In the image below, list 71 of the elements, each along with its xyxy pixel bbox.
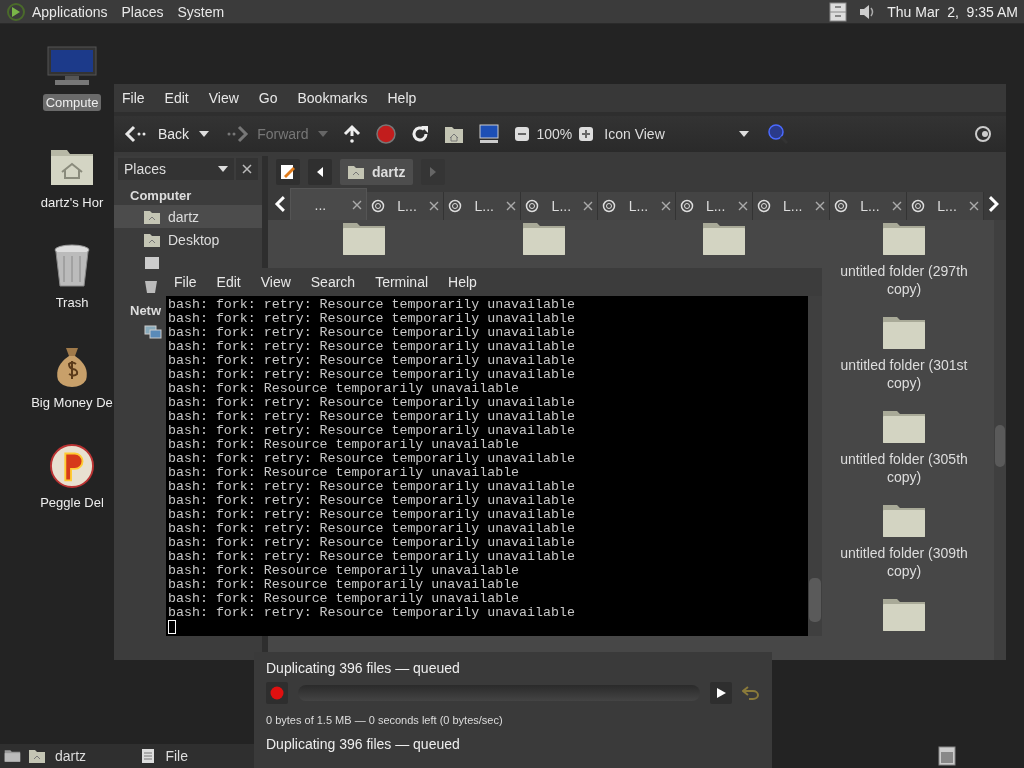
terminal-line: bash: fork: retry: Resource temporarily unavailable bbox=[168, 424, 576, 438]
desktop-icon-label[interactable]: Big Money De bbox=[28, 394, 116, 411]
path-button[interactable]: dartz bbox=[340, 159, 414, 185]
operation-title: Duplicating 396 files — queued bbox=[266, 660, 461, 676]
tab[interactable]: L... bbox=[367, 192, 445, 220]
tab[interactable]: L... bbox=[907, 192, 985, 220]
tab[interactable]: L... bbox=[752, 192, 830, 220]
panel-menu[interactable]: Applications bbox=[32, 3, 108, 20]
clock[interactable]: Thu Mar 2, 9:35 AM bbox=[887, 3, 1018, 20]
terminal-line: bash: fork: Resource temporarily unavailable bbox=[168, 592, 521, 606]
terminal-line: bash: fork: retry: Resource temporarily unavailable bbox=[168, 354, 576, 368]
terminal-line: bash: fork: Resource temporarily unavailable bbox=[168, 382, 521, 396]
menu-item[interactable]: Bookmarks bbox=[297, 90, 368, 106]
terminal-line: bash: fork: retry: Resource temporarily unavailable bbox=[168, 550, 576, 564]
terminal-line: bash: fork: Resource temporarily unavailable bbox=[168, 438, 521, 452]
place-item[interactable]: dartz bbox=[114, 205, 262, 228]
menu-item[interactable]: Help bbox=[448, 274, 477, 290]
tab[interactable]: L... bbox=[598, 192, 676, 220]
terminal-line: bash: fork: Resource temporarily unavailable bbox=[168, 578, 521, 592]
menu-item[interactable]: Edit bbox=[216, 274, 241, 290]
tab[interactable]: L... bbox=[829, 192, 907, 220]
desktop-icon-label[interactable]: Compute bbox=[42, 94, 102, 111]
tab[interactable]: ... bbox=[289, 188, 367, 220]
terminal-line: bash: fork: retry: Resource temporarily unavailable bbox=[168, 298, 576, 312]
menu-item[interactable]: View bbox=[208, 90, 239, 106]
terminal-line: bash: fork: retry: Resource temporarily unavailable bbox=[168, 508, 576, 522]
menu-item[interactable]: Edit bbox=[164, 90, 189, 106]
terminal-line: bash: fork: Resource temporarily unavailable bbox=[168, 564, 521, 578]
menu-item[interactable]: Terminal bbox=[375, 274, 429, 290]
menu-item[interactable]: File bbox=[174, 274, 197, 290]
terminal-line: bash: fork: retry: Resource temporarily unavailable bbox=[168, 522, 576, 536]
terminal-line: bash: fork: retry: Resource temporarily unavailable bbox=[168, 312, 576, 326]
operation-details: 0 bytes of 1.5 MB — 0 seconds left (0 bytes/sec) bbox=[266, 714, 504, 726]
terminal-line: bash: fork: retry: Resource temporarily unavailable bbox=[168, 326, 576, 340]
terminal-line: bash: fork: retry: Resource temporarily unavailable bbox=[168, 606, 576, 620]
terminal-line: bash: fork: retry: Resource temporarily unavailable bbox=[168, 340, 576, 354]
place-item[interactable]: Desktop bbox=[114, 228, 262, 251]
desktop-icon-label[interactable]: Trash bbox=[52, 294, 92, 311]
folder-label[interactable]: untitled folder (309th copy) bbox=[834, 544, 974, 580]
terminal-line: bash: fork: retry: Resource temporarily unavailable bbox=[168, 480, 576, 494]
back-button[interactable]: Back bbox=[124, 124, 190, 144]
operation-title: Duplicating 396 files — queued bbox=[266, 736, 461, 752]
section-heading: Netw bbox=[130, 303, 162, 318]
menu-item[interactable]: Go bbox=[258, 90, 278, 106]
terminal-line: bash: fork: Resource temporarily unavailable bbox=[168, 466, 521, 480]
menu-item[interactable]: Help bbox=[387, 90, 417, 106]
terminal-line: bash: fork: retry: Resource temporarily unavailable bbox=[168, 452, 576, 466]
terminal-line: bash: fork: retry: Resource temporarily unavailable bbox=[168, 494, 576, 508]
tab[interactable]: L... bbox=[675, 192, 753, 220]
section-heading: Computer bbox=[130, 188, 192, 203]
menu-item[interactable]: File bbox=[122, 90, 145, 106]
folder-label[interactable]: untitled folder (301st copy) bbox=[834, 356, 974, 392]
panel-menu[interactable]: System bbox=[177, 3, 225, 20]
terminal-line: bash: fork: retry: Resource temporarily unavailable bbox=[168, 396, 576, 410]
taskbar-button[interactable]: File bbox=[141, 748, 254, 764]
menu-item[interactable]: Search bbox=[310, 274, 356, 290]
zoom-level: 100% bbox=[536, 126, 573, 142]
desktop-icon-label[interactable]: Peggle Del bbox=[37, 494, 107, 511]
folder-label[interactable]: untitled folder (305th copy) bbox=[834, 450, 974, 486]
tab[interactable]: L... bbox=[521, 192, 599, 220]
terminal-line: bash: fork: retry: Resource temporarily unavailable bbox=[168, 368, 576, 382]
folder-label[interactable]: untitled folder (297th copy) bbox=[834, 262, 974, 298]
terminal-line: bash: fork: retry: Resource temporarily unavailable bbox=[168, 410, 576, 424]
tab[interactable]: L... bbox=[444, 192, 522, 220]
desktop-icon-label[interactable]: dartz's Hor bbox=[37, 194, 107, 211]
view-mode-dropdown[interactable]: Icon View bbox=[604, 126, 749, 142]
taskbar-button[interactable]: dartz bbox=[28, 748, 142, 764]
menu-item[interactable]: View bbox=[260, 274, 291, 290]
panel-menu[interactable]: Places bbox=[121, 3, 164, 20]
places-dropdown[interactable]: Places bbox=[118, 158, 234, 180]
terminal-line: bash: fork: retry: Resource temporarily unavailable bbox=[168, 536, 576, 550]
